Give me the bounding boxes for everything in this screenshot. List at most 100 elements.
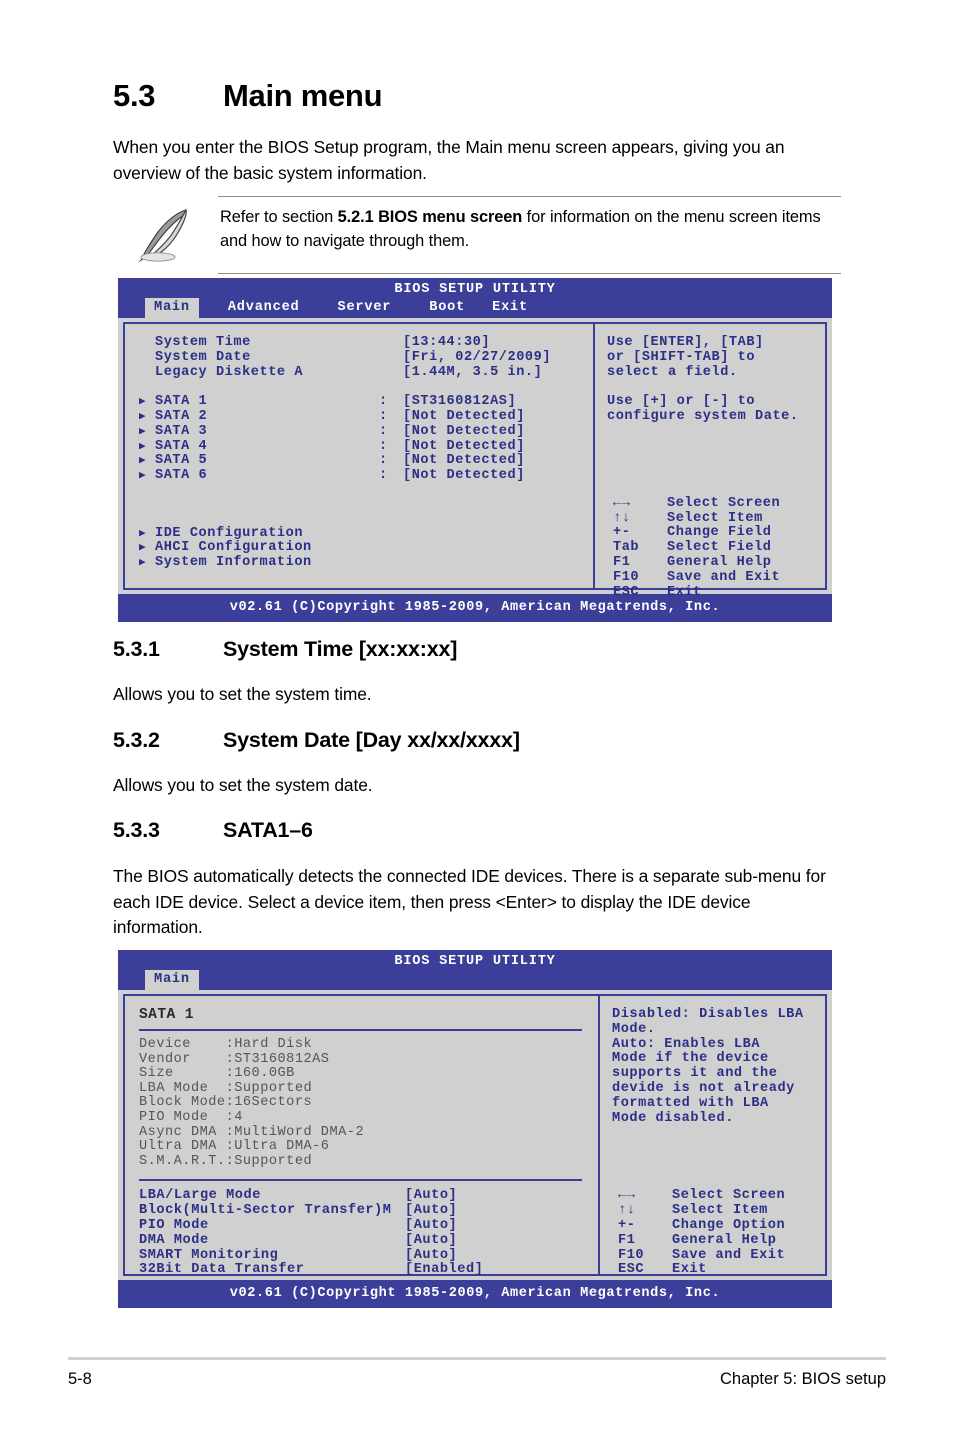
device-value: :Supported: [225, 1080, 313, 1096]
bios-device-row-block-mode: Block Mode:16Sectors: [139, 1096, 598, 1111]
subsection-number: 5.3.1: [113, 637, 160, 661]
device-value: :Ultra DMA-6: [225, 1139, 330, 1155]
triangle-right-icon: ▶: [139, 410, 147, 423]
item-value: [Not Detected]: [403, 423, 525, 439]
setting-label: 32Bit Data Transfer: [139, 1262, 305, 1278]
triangle-right-icon: ▶: [139, 440, 147, 453]
device-label: PIO Mode: [139, 1109, 226, 1125]
item-colon: :: [379, 453, 388, 469]
bios-setting-lba-large-mode[interactable]: LBA/Large Mode [Auto]: [139, 1189, 598, 1204]
device-value: :Supported: [225, 1153, 313, 1169]
quill-pen-icon: [113, 205, 218, 263]
bios-tab-boot[interactable]: Boot: [420, 298, 474, 318]
bios-menu-tabs: Main: [145, 970, 199, 990]
bios-device-row-pio-mode: PIO Mode :4: [139, 1109, 598, 1126]
bios-device-row-size: Size :160.0GB: [139, 1066, 598, 1082]
bios-setting-pio-mode[interactable]: PIO Mode [Auto]: [139, 1217, 598, 1234]
item-label: SATA 6: [155, 468, 208, 484]
nav-legend-row: F1 General Help: [612, 1233, 825, 1249]
bios-left-panel: SATA 1 Device :Hard Disk Vendor :ST31608…: [123, 994, 600, 1278]
bios-menu-tabs: Main Advanced Server Boot Exit: [145, 298, 537, 318]
device-value: :Hard Disk: [225, 1037, 313, 1052]
bios-item-sata-6[interactable]: ▶ SATA 6 : [Not Detected]: [139, 468, 593, 484]
chapter-label: Chapter 5: BIOS setup: [719, 1370, 886, 1388]
subsection-title: System Time [xx:xx:xx]: [223, 637, 458, 661]
field-label: System Time: [155, 335, 251, 350]
nav-key: ↑↓: [618, 1203, 636, 1219]
bullet-spacer: [139, 366, 155, 381]
item-label: AHCI Configuration: [155, 540, 312, 556]
bios-field-system-date[interactable]: System Date [Fri, 02/27/2009]: [139, 349, 593, 366]
bios-setting-32bit-data-transfer[interactable]: 32Bit Data Transfer [Enabled]: [139, 1263, 598, 1278]
nav-legend-row: Tab Select Field: [607, 540, 825, 556]
field-label: System Date: [155, 349, 251, 365]
item-value: [Not Detected]: [403, 408, 525, 424]
nav-legend-row: ↑↓ Select Item: [607, 510, 825, 527]
setting-value: [Auto]: [405, 1203, 458, 1219]
subsection-heading-5-3-1: 5.3.1 System Time [xx:xx:xx]: [113, 637, 841, 662]
device-label: Async DMA: [139, 1124, 226, 1140]
bios-field-legacy-diskette-a[interactable]: Legacy Diskette A [1.44M, 3.5 in.]: [139, 365, 593, 381]
bios-item-ide-configuration[interactable]: ▶ IDE Configuration: [139, 526, 593, 542]
item-label: SATA 1: [155, 394, 208, 410]
device-value: :ST3160812AS: [225, 1051, 330, 1067]
note-text: Refer to section 5.2.1 BIOS menu screen …: [218, 205, 841, 253]
device-label: Vendor: [139, 1051, 226, 1067]
nav-desc: Change Field: [667, 525, 772, 541]
help-line: select a field.: [607, 364, 738, 380]
nav-legend-row: ESC Exit: [612, 1263, 825, 1278]
nav-desc: General Help: [667, 554, 772, 570]
nav-key: ←→: [613, 495, 631, 511]
subsection-body-5-3-2: Allows you to set the system date.: [113, 775, 373, 795]
field-value: [Fri, 02/27/2009]: [403, 349, 552, 365]
bios-item-sata-5[interactable]: ▶ SATA 5 : [Not Detected]: [139, 454, 593, 469]
bios-setting-block-multi-sector-transfer[interactable]: Block(Multi-Sector Transfer)M [Auto]: [139, 1203, 598, 1219]
bios-screenshot-main: BIOS SETUP UTILITY Main Advanced Server …: [118, 278, 832, 622]
help-line: devide is not already: [612, 1080, 795, 1096]
bios-tab-server[interactable]: Server: [329, 298, 401, 318]
bios-tab-main[interactable]: Main: [145, 298, 199, 318]
bios-tab-main[interactable]: Main: [145, 970, 199, 990]
setting-value: [Enabled]: [405, 1262, 484, 1278]
nav-key: +-: [613, 525, 631, 541]
device-label: S.M.A.R.T.: [139, 1153, 226, 1169]
panel-divider-bottom: [139, 1179, 582, 1182]
triangle-right-icon: ▶: [139, 396, 147, 409]
bios-field-system-time[interactable]: System Time [13:44:30]: [139, 335, 593, 351]
nav-key: +-: [618, 1217, 636, 1233]
bios-left-panel: System Time [13:44:30] System Date [Fri,…: [123, 322, 595, 590]
help-line: or [SHIFT-TAB] to: [607, 349, 756, 365]
device-value: :4: [225, 1109, 243, 1125]
bios-device-row-ultra-dma: Ultra DMA :Ultra DMA-6: [139, 1139, 598, 1155]
bios-setting-dma-mode[interactable]: DMA Mode [Auto]: [139, 1233, 598, 1249]
nav-desc: Select Field: [667, 540, 772, 556]
bios-setting-smart-monitoring[interactable]: SMART Monitoring [Auto]: [139, 1248, 598, 1264]
item-label: SATA 5: [155, 453, 208, 469]
subsection-title: System Date [Day xx/xx/xxxx]: [223, 728, 520, 752]
bullet-spacer: [139, 351, 155, 366]
nav-desc: Save and Exit: [667, 569, 781, 585]
bios-item-sata-4[interactable]: ▶ SATA 4 : [Not Detected]: [139, 438, 593, 455]
nav-legend-row: ←→ Select Screen: [612, 1189, 825, 1204]
nav-desc: Select Screen: [672, 1188, 786, 1204]
bios-item-sata-1[interactable]: ▶ SATA 1 : [ST3160812AS]: [139, 394, 593, 410]
item-value: [Not Detected]: [403, 438, 525, 454]
subsection-body-5-3-3: The BIOS automatically detects the conne…: [113, 866, 826, 937]
item-value: [Not Detected]: [403, 453, 525, 469]
bios-item-sata-2[interactable]: ▶ SATA 2 : [Not Detected]: [139, 408, 593, 425]
triangle-right-icon: ▶: [139, 527, 147, 540]
bios-item-sata-3[interactable]: ▶ SATA 3 : [Not Detected]: [139, 423, 593, 440]
bios-item-system-information[interactable]: ▶ System Information: [139, 555, 593, 571]
bios-item-ahci-configuration[interactable]: ▶ AHCI Configuration: [139, 541, 593, 556]
nav-desc: Select Screen: [667, 495, 781, 511]
section-number: 5.3: [113, 78, 156, 113]
bios-tab-exit[interactable]: Exit: [483, 298, 537, 318]
nav-key: ↑↓: [613, 510, 631, 526]
subsection-heading-5-3-2: 5.3.2 System Date [Day xx/xx/xxxx]: [113, 728, 841, 753]
device-label: Block Mode: [139, 1095, 226, 1111]
nav-legend-row: F10 Save and Exit: [612, 1248, 825, 1264]
setting-value: [Auto]: [405, 1217, 458, 1233]
bios-device-row-device: Device :Hard Disk: [139, 1037, 598, 1053]
bios-tab-advanced[interactable]: Advanced: [219, 298, 309, 318]
